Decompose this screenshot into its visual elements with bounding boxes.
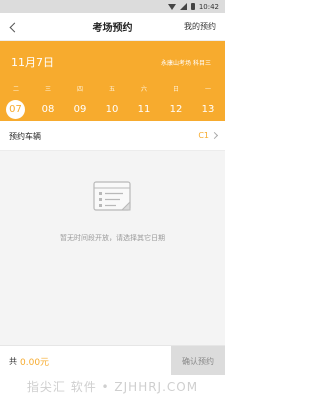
exam-location: 永康山考场 — [161, 60, 192, 67]
day-item[interactable]: 09 — [70, 99, 90, 119]
weekday-label: 一 — [204, 86, 211, 93]
signal-icon — [179, 3, 187, 10]
weekday-label: 日 — [172, 86, 179, 93]
vehicle-value: C1 — [198, 131, 209, 140]
day-item[interactable]: 13 — [198, 99, 218, 119]
day-item[interactable]: 10 — [102, 99, 122, 119]
day-row: 07 08 09 10 11 12 13 — [0, 99, 225, 119]
header: 考场预约 我的预约 — [0, 13, 225, 41]
wifi-icon — [167, 3, 176, 10]
day-selected[interactable]: 07 — [6, 100, 25, 119]
weekday-label: 三 — [44, 86, 51, 93]
weekday-label: 五 — [108, 86, 115, 93]
total-amount: 0.00元 — [20, 358, 50, 368]
time-slot-area: 暂无时间段开放，请选择其它日期 — [0, 151, 225, 345]
back-button[interactable] — [6, 19, 22, 35]
bottom-bar: 共 0.00元 确认预约 — [0, 345, 225, 376]
exam-subject: 科目三 — [192, 60, 211, 67]
chevron-right-icon — [210, 131, 219, 140]
weekday-label: 六 — [140, 86, 147, 93]
selected-date-title: 11月7日 — [11, 56, 54, 69]
day-item[interactable]: 08 — [38, 99, 58, 119]
weekday-label: 二 — [12, 86, 19, 93]
page-title: 考场预约 — [92, 23, 133, 34]
watermark: 指尖汇 软件 • ZJHHRJ.COM — [26, 380, 199, 394]
vehicle-label: 预约车辆 — [9, 132, 41, 141]
document-list-icon — [93, 181, 131, 211]
battery-icon — [190, 3, 195, 10]
status-time: 10:42 — [198, 2, 219, 11]
date-panel: 11月7日 永康山考场 科目三 二 三 四 五 六 日 一 07 08 09 1… — [0, 41, 225, 121]
total-label: 共 — [9, 357, 17, 366]
weekday-label: 四 — [76, 86, 83, 93]
exam-info: 永康山考场 科目三 — [161, 58, 211, 67]
day-item[interactable]: 11 — [134, 99, 154, 119]
confirm-booking-button[interactable]: 确认预约 — [171, 346, 225, 376]
day-item[interactable]: 12 — [166, 99, 186, 119]
my-appointments-link[interactable]: 我的预约 — [184, 21, 216, 32]
empty-message: 暂无时间段开放，请选择其它日期 — [60, 234, 165, 242]
vehicle-selector[interactable]: 预约车辆 C1 — [0, 121, 225, 151]
chevron-left-icon — [9, 22, 19, 32]
weekday-row: 二 三 四 五 六 日 一 — [0, 84, 225, 96]
status-bar: 10:42 — [0, 0, 225, 13]
